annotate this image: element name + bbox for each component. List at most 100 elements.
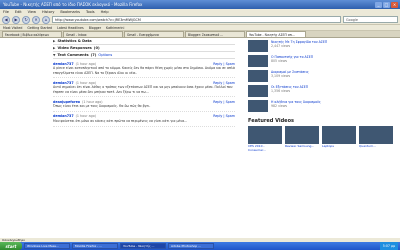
related-video[interactable]: Διορισμοί με Συστάσεις 3,109 views (248, 70, 400, 83)
bookmark-most-visited[interactable]: Most Visited (3, 26, 22, 30)
video-responses-count: (0) (93, 46, 100, 50)
back-arrow-icon[interactable]: ◀ (2, 15, 10, 24)
related-video[interactable]: Νικητής Με Τη Σφραγίδα του ΑΣΕΠ 2,447 vi… (248, 40, 400, 53)
related-videos-column: Νικητής Με Τη Σφραγίδα του ΑΣΕΠ 2,447 vi… (248, 38, 400, 238)
stop-icon[interactable]: ✕ (32, 15, 40, 24)
bookmark-blogger[interactable]: Blogger (89, 26, 101, 30)
taskbar-item-messenger[interactable]: Windows Live Mess... (24, 243, 70, 249)
related-video-info: Οι Εξετάσεις του ΑΣΕΠ 1,356 views (271, 85, 308, 93)
related-video-info: Διορισμοί με Συστάσεις 3,109 views (271, 70, 309, 78)
comment-text: Μου φαίνεται ότι μόνο αν κάνεις κάτι πρώ… (53, 118, 188, 123)
bookmark-latest-headlines[interactable]: Latest Headlines (57, 26, 84, 30)
video-thumbnail[interactable] (248, 70, 268, 82)
video-responses-label: Video Responses (57, 46, 92, 50)
related-video-info: Η αλήθεια για τους διορισμούς 982 views (271, 100, 321, 108)
bookmark-getting-started[interactable]: Getting Started (27, 26, 52, 30)
taskbar-item-firefox[interactable]: Mozilla Firefox - ... (72, 243, 118, 249)
system-tray-clock: 5:07 μμ (379, 242, 398, 250)
stats-section-header[interactable]: ▶ Statistics & Data (53, 38, 235, 45)
related-video-info: Νικητής Με Τη Σφραγίδα του ΑΣΕΠ 2,447 vi… (271, 40, 327, 48)
related-video[interactable]: Οι Εξετάσεις του ΑΣΕΠ 1,356 views (248, 85, 400, 98)
related-video-views: 805 views (271, 59, 288, 64)
expand-triangle-icon: ▶ (53, 39, 56, 43)
maximize-button[interactable]: □ (383, 1, 390, 8)
comment-user-link[interactable]: demian737 (53, 62, 74, 66)
tab-strip: Facebook | Βιβλιο καλύψεων Gmail - Inbox… (0, 31, 400, 38)
comment-item: demian737 (1 hour ago) Reply | Spam A pi… (53, 61, 235, 79)
comment-time: (1 hour ago) (75, 80, 97, 85)
menu-history[interactable]: History (42, 10, 54, 14)
text-comments-count: (7) (90, 53, 97, 57)
navigation-toolbar: ◀ ▶ ↻ ✕ ⌂ http://www.youtube.com/watch?v… (0, 15, 400, 25)
featured-video[interactable]: Review: Samsung... (285, 126, 319, 152)
comment-actions[interactable]: Reply | Spam (213, 114, 235, 118)
video-thumbnail[interactable] (359, 126, 393, 144)
video-thumbnail[interactable] (322, 126, 356, 144)
video-thumbnail[interactable] (248, 55, 268, 67)
featured-video[interactable]: Laptops (322, 126, 356, 152)
related-video[interactable]: Ο Παπουτσής για το ΑΣΕΠ 805 views (248, 55, 400, 68)
minimize-button[interactable]: _ (375, 1, 382, 8)
bookmark-kathimerini[interactable]: Kathimerini (106, 26, 124, 30)
search-input[interactable]: Google (343, 16, 398, 23)
video-thumbnail[interactable] (248, 40, 268, 52)
menu-tools[interactable]: Tools (86, 10, 95, 14)
video-responses-header[interactable]: ▶ Video Responses (0) (53, 45, 235, 52)
menu-bookmarks[interactable]: Bookmarks (60, 10, 80, 14)
comment-actions[interactable]: Reply | Spam (213, 62, 235, 66)
video-thumbnail[interactable] (248, 100, 268, 112)
featured-video-title[interactable]: Review: Samsung... (285, 144, 319, 148)
options-link[interactable]: Options (98, 53, 112, 57)
close-button[interactable]: × (391, 1, 398, 8)
expand-triangle-icon: ▶ (53, 46, 56, 50)
menu-file[interactable]: File (3, 10, 9, 14)
home-icon[interactable]: ⌂ (42, 15, 50, 24)
url-field[interactable]: http://www.youtube.com/watch?v=JRE3mMWjG… (52, 16, 341, 23)
tab-blogger[interactable]: Blogger: Σκακιστικό ... (185, 31, 245, 37)
featured-video[interactable]: CES 2010 - Consumer... (248, 126, 282, 152)
window-controls: _ □ × (375, 1, 400, 8)
tab-gmail-inbox[interactable]: Gmail - Inbox (63, 31, 123, 37)
video-thumbnail[interactable] (248, 126, 282, 144)
menu-edit[interactable]: Edit (15, 10, 22, 14)
windows-taskbar: start Windows Live Mess... Mozilla Firef… (0, 242, 400, 250)
collapse-triangle-icon: ▼ (53, 53, 56, 57)
related-video-views: 2,447 views (271, 44, 291, 49)
page-content: ▶ Statistics & Data ▶ Video Responses (0… (0, 38, 400, 238)
taskbar-item-photoshop[interactable]: Adobe Photoshop ... (168, 243, 214, 249)
comment-user-link[interactable]: deanjupeforeo (53, 100, 80, 104)
related-video-info: Ο Παπουτσής για το ΑΣΕΠ 805 views (271, 55, 313, 63)
comment-time: (1 hour ago) (75, 61, 97, 66)
comment-user-link[interactable]: demian737 (53, 81, 74, 85)
featured-videos-heading: Featured Videos (248, 118, 294, 124)
related-video[interactable]: Η αλήθεια για τους διορισμούς 982 views (248, 100, 400, 113)
window-title: YouTube - Νικητής ΑΣΕΠ από το ίδιο ΠΑΣΟΚ… (3, 2, 143, 7)
video-thumbnail[interactable] (248, 85, 268, 97)
text-comments-header[interactable]: ▼ Text Comments (7) Options (53, 52, 235, 59)
comment-time: (1 hour ago) (82, 99, 103, 104)
featured-video-title[interactable]: Laptops (322, 144, 356, 148)
featured-video-title[interactable]: Quantum... (359, 144, 393, 148)
taskbar-item-youtube[interactable]: YouTube - Νικητής ... (120, 243, 166, 249)
comment-actions[interactable]: Reply | Spam (213, 81, 235, 85)
video-thumbnail[interactable] (285, 126, 319, 144)
related-video-views: 982 views (271, 104, 288, 109)
menu-view[interactable]: View (28, 10, 36, 14)
comment-item: deanjupeforeo (1 hour ago) Reply | Spam … (53, 99, 235, 112)
comment-actions[interactable]: Reply | Spam (213, 100, 235, 104)
menu-help[interactable]: Help (101, 10, 109, 14)
reload-icon[interactable]: ↻ (22, 15, 30, 24)
comment-text: A piece είναι καταπληκτικό από το κόμμα.… (53, 66, 235, 75)
related-video-views: 1,356 views (271, 89, 291, 94)
tab-youtube[interactable]: YouTube - Νικητής ΑΣΕΠ απ... (246, 31, 306, 37)
forward-arrow-icon[interactable]: ▶ (12, 15, 20, 24)
comment-text: Όπως είναι έτσι και με τους διορισμούς. … (53, 104, 151, 109)
featured-video-title[interactable]: CES 2010 - Consumer... (248, 144, 282, 152)
tab-facebook[interactable]: Facebook | Βιβλιο καλύψεων (2, 31, 62, 37)
comment-time: (1 hour ago) (75, 114, 97, 119)
featured-video[interactable]: Quantum... (359, 126, 393, 152)
tab-gmail-greek[interactable]: Gmail - Εισερχόμενα (124, 31, 184, 37)
stats-section-label: Statistics & Data (57, 39, 92, 43)
start-button[interactable]: start (0, 242, 22, 250)
comment-user-link[interactable]: demian737 (53, 114, 74, 118)
